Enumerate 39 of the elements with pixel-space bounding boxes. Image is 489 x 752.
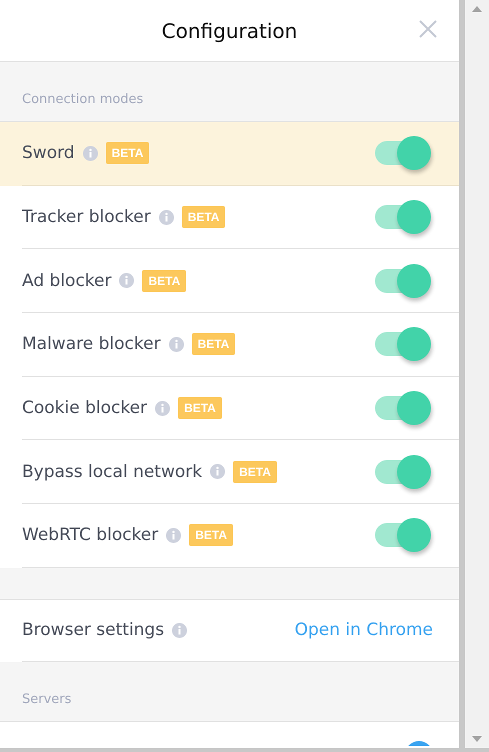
setting-label: Browser settings xyxy=(22,620,164,640)
scroll-up-icon[interactable] xyxy=(472,6,482,12)
info-icon[interactable] xyxy=(119,273,134,288)
info-icon[interactable] xyxy=(158,210,174,225)
toggle-switch[interactable] xyxy=(375,389,433,428)
beta-badge: BETA xyxy=(178,397,222,420)
close-icon[interactable] xyxy=(419,20,437,38)
section-heading: Connection modes xyxy=(22,92,144,107)
setting-row[interactable]: Sword BETA xyxy=(0,122,459,186)
info-icon[interactable] xyxy=(82,146,98,161)
info-icon[interactable] xyxy=(166,528,182,543)
window-title: Configuration xyxy=(162,18,298,42)
info-icon[interactable] xyxy=(172,622,188,638)
setting-label: Bypass local network xyxy=(22,462,202,482)
beta-badge: BETA xyxy=(142,270,186,292)
toggle-switch[interactable] xyxy=(375,452,433,491)
setting-label: Tracker blocker xyxy=(22,207,151,228)
setting-label: Cookie blocker xyxy=(22,398,148,418)
setting-row[interactable]: Tracker blocker BETA xyxy=(0,186,459,250)
toggle-switch[interactable] xyxy=(375,516,433,554)
info-icon[interactable] xyxy=(210,464,226,480)
beta-badge: BETA xyxy=(192,333,236,356)
setting-label: Sword xyxy=(22,143,75,164)
section-heading: Servers xyxy=(22,692,72,707)
beta-badge: BETA xyxy=(182,206,226,228)
toggle-switch[interactable] xyxy=(375,325,433,364)
toggle-switch[interactable] xyxy=(375,134,433,172)
beta-badge: BETA xyxy=(233,460,277,483)
info-icon[interactable] xyxy=(155,400,170,416)
beta-badge: BETA xyxy=(106,142,150,164)
setting-label: Ad blocker xyxy=(22,270,112,291)
scrollbar[interactable] xyxy=(465,0,489,748)
info-icon[interactable] xyxy=(168,336,184,352)
scroll-down-icon[interactable] xyxy=(472,736,482,742)
toggle-switch[interactable] xyxy=(375,262,433,300)
setting-label: WebRTC blocker xyxy=(22,525,158,546)
toggle-switch[interactable] xyxy=(375,198,433,236)
beta-badge: BETA xyxy=(189,524,234,546)
setting-label: Malware blocker xyxy=(22,334,161,354)
